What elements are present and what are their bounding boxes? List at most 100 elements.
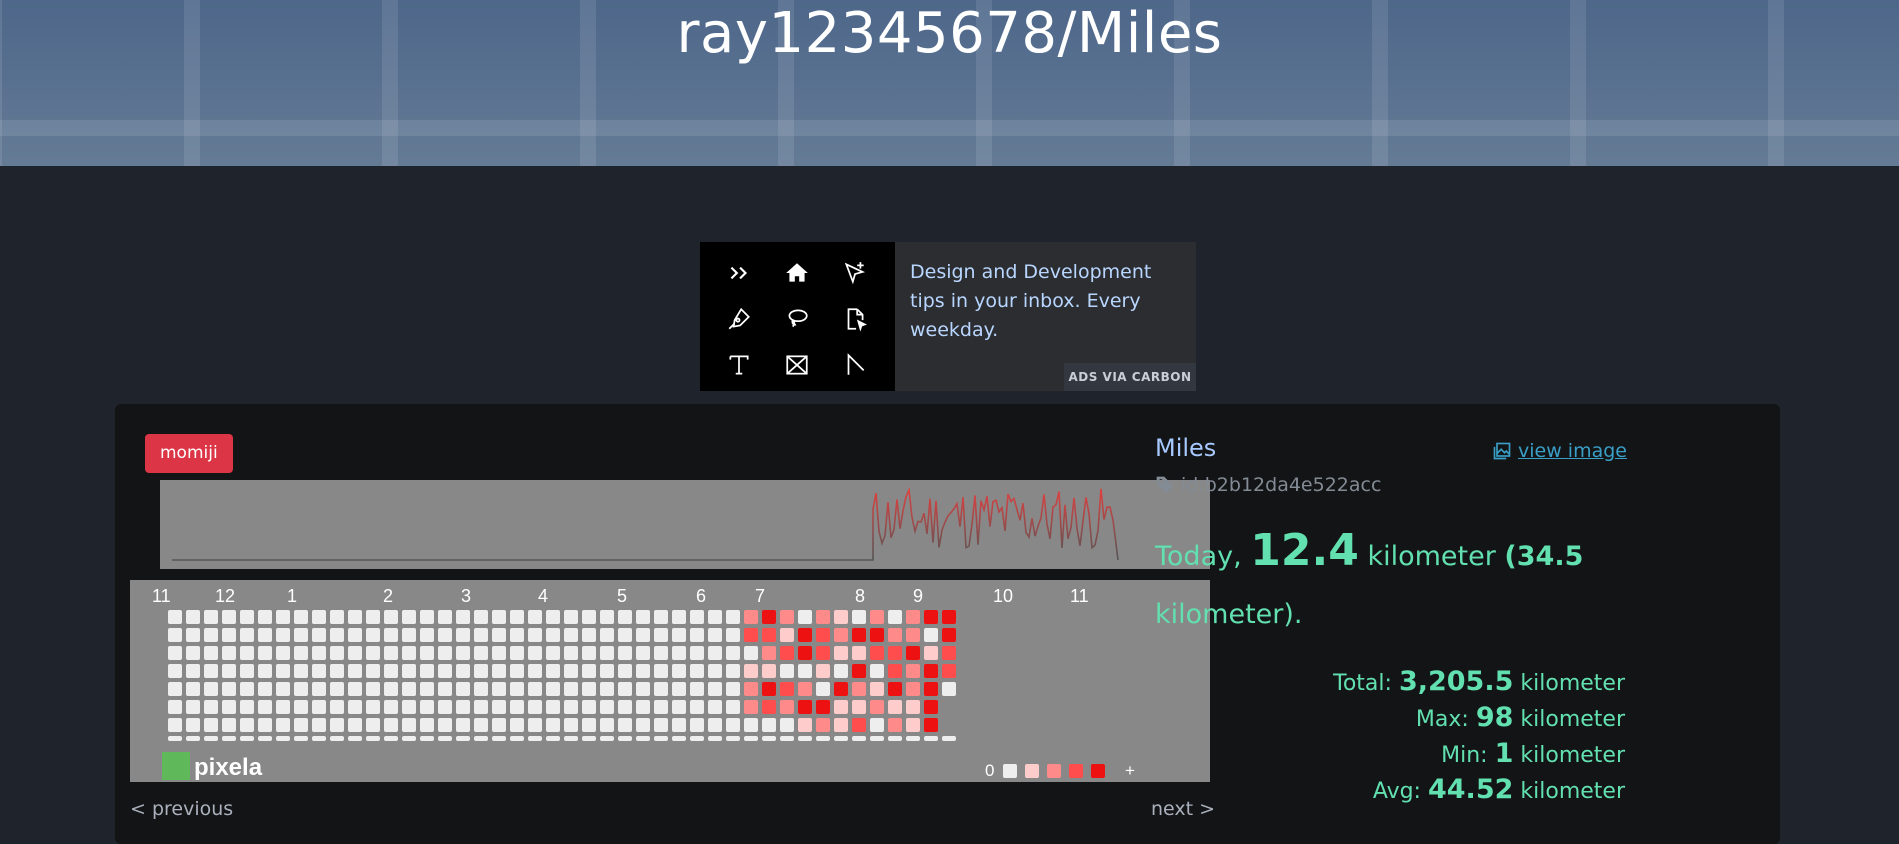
heatmap-cell [348,700,362,714]
heatmap-cell [528,736,542,741]
previous-link[interactable]: < previous [130,798,233,820]
legend-swatch [1047,764,1061,778]
heatmap-month-label: 11 [152,586,171,606]
heatmap-cell [240,700,254,714]
heatmap-cell [528,610,542,624]
heatmap-month-label: 6 [696,586,706,606]
ad-label[interactable]: ADS VIA CARBON [1064,363,1196,391]
heatmap-cell [762,610,776,624]
heatmap-cell [582,718,596,732]
today-summary: Today, 12.4 kilometer (34.5 kilometer). [1155,522,1625,644]
heatmap-cell [276,718,290,732]
heatmap-cell [330,646,344,660]
heatmap-cell [258,646,272,660]
heatmap-cell [744,610,758,624]
heatmap-cell [492,718,506,732]
heatmap-cell [816,646,830,660]
heatmap-cell [492,646,506,660]
heatmap-cell [834,736,848,741]
heatmap-cell [636,610,650,624]
ad-text[interactable]: Design and Development tips in your inbo… [910,258,1180,345]
ad-image[interactable] [700,242,895,391]
heatmap-cell [870,646,884,660]
heatmap-cell [474,700,488,714]
heatmap-cell [582,628,596,642]
heatmap-cell [222,718,236,732]
heatmap-cell [906,718,920,732]
stat-unit: kilometer [1520,743,1625,768]
heatmap-cell [726,718,740,732]
heatmap-cell [924,628,938,642]
heatmap-cell [708,682,722,696]
heatmap-cell [816,610,830,624]
heatmap-cell [510,718,524,732]
heatmap-cell [492,736,506,741]
heatmap-cell [204,664,218,678]
heatmap-cell [564,682,578,696]
heatmap-cell [600,610,614,624]
heatmap-cell [618,610,632,624]
heatmap-cell [384,682,398,696]
heatmap-cell [330,682,344,696]
stat-unit: kilometer [1520,707,1625,732]
heatmap-cell [636,682,650,696]
heatmap-cell [744,628,758,642]
heatmap-cell [384,718,398,732]
heatmap-cell [942,736,956,741]
heatmap-cell [564,718,578,732]
heatmap-cell [906,610,920,624]
heatmap-cell [708,718,722,732]
heatmap-cell [834,646,848,660]
graph-tag-badge[interactable]: momiji [145,434,233,473]
heatmap-cell [186,682,200,696]
heatmap-cell [600,628,614,642]
heatmap-cell [420,718,434,732]
heatmap-cell [708,646,722,660]
heatmap-cell [348,610,362,624]
heatmap-cell [924,682,938,696]
heatmap-cell [654,718,668,732]
heatmap-cell [690,646,704,660]
heatmap-cell [474,628,488,642]
heatmap-cell [492,628,506,642]
stat-label: Total: [1333,671,1392,696]
heatmap-cell [420,628,434,642]
heatmap-cell [672,628,686,642]
heatmap-cell [312,610,326,624]
chevrons-right-icon [710,250,768,296]
heatmap-cell [780,700,794,714]
heatmap-cell [510,700,524,714]
heatmap-cell [510,628,524,642]
heatmap-cell [222,610,236,624]
heatmap-cell [816,682,830,696]
heatmap-cell [168,628,182,642]
heatmap-cell [636,718,650,732]
heatmap-month-label: 12 [215,586,235,606]
heatmap-cell [726,736,740,741]
heatmap-cell [384,664,398,678]
heatmap-cell [816,628,830,642]
heatmap-cell [168,718,182,732]
pixela-logo-icon [162,752,190,780]
view-image-label: view image [1518,440,1627,462]
carbon-ad[interactable]: Design and Development tips in your inbo… [700,242,1196,391]
stat-label: Min: [1441,743,1488,768]
heatmap-cell [744,718,758,732]
next-link[interactable]: next > [1151,798,1215,820]
heatmap-cell [852,610,866,624]
heatmap-cell [726,628,740,642]
heatmap-cell [600,664,614,678]
line-series [172,486,1119,561]
heatmap-cell [582,664,596,678]
heatmap-cell [456,736,470,741]
heatmap-cell [636,646,650,660]
view-image-link[interactable]: view image [1492,440,1627,462]
heatmap-cell [348,664,362,678]
heatmap-cell [654,610,668,624]
heatmap-cell [726,646,740,660]
heatmap-cell [420,736,434,741]
heatmap-cell [402,610,416,624]
heatmap-cell [942,664,956,678]
heatmap-cell [600,718,614,732]
heatmap-cell [348,646,362,660]
